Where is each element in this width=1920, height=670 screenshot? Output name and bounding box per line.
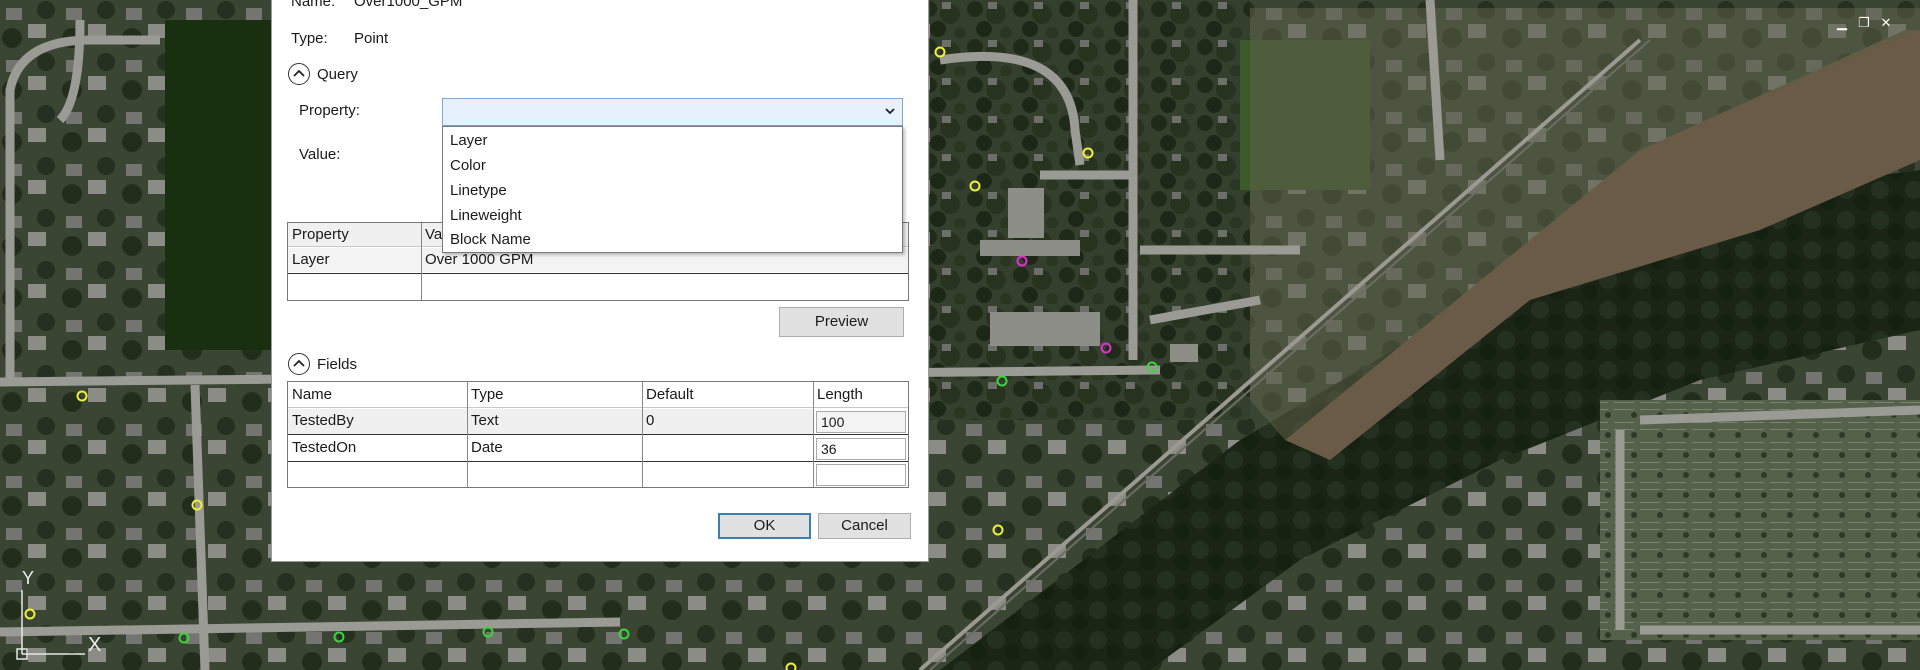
chevron-up-icon bbox=[293, 69, 305, 77]
chevron-down-icon bbox=[885, 108, 895, 115]
value-label: Value: bbox=[299, 146, 341, 163]
close-icon[interactable]: ✕ bbox=[1879, 16, 1893, 30]
fields-table: Name Type Default Length TestedBy Text 0… bbox=[287, 381, 909, 488]
column-divider bbox=[813, 382, 814, 487]
dropdown-option-block-name[interactable]: Block Name bbox=[443, 227, 902, 252]
field-row-1-length[interactable]: 100 bbox=[816, 411, 906, 433]
cancel-button[interactable]: Cancel bbox=[818, 513, 911, 539]
chevron-up-icon bbox=[293, 359, 305, 367]
name-value: Over1000_GPM bbox=[354, 0, 463, 10]
fields-new-row[interactable] bbox=[288, 463, 813, 487]
column-divider bbox=[467, 382, 468, 487]
query-row-property[interactable]: Layer bbox=[288, 248, 421, 272]
query-collapse-toggle[interactable] bbox=[288, 63, 310, 85]
ok-button[interactable]: OK bbox=[718, 513, 811, 539]
ucs-y-label: Y bbox=[22, 568, 35, 588]
ucs-x-label: X bbox=[88, 634, 102, 656]
query-section-title: Query bbox=[317, 66, 358, 83]
field-row-2-name[interactable]: TestedOn bbox=[288, 436, 467, 461]
property-combobox[interactable] bbox=[442, 98, 903, 126]
minimize-icon[interactable]: ▁ bbox=[1835, 16, 1849, 30]
dropdown-option-lineweight[interactable]: Lineweight bbox=[443, 203, 902, 228]
row-divider bbox=[288, 273, 908, 274]
name-label: Name: bbox=[291, 0, 336, 10]
field-row-1-type[interactable]: Text bbox=[467, 409, 642, 434]
preview-button[interactable]: Preview bbox=[779, 307, 904, 337]
field-row-2-default[interactable] bbox=[642, 436, 813, 461]
export-settings-dialog: Name: Over1000_GPM Type: Point Query Pro… bbox=[271, 0, 929, 562]
property-label: Property: bbox=[299, 102, 360, 119]
property-dropdown-list: Layer Color Linetype Lineweight Block Na… bbox=[442, 126, 903, 253]
fields-header-default[interactable]: Default bbox=[642, 382, 813, 408]
dropdown-option-layer[interactable]: Layer bbox=[443, 128, 902, 153]
field-row-1-default[interactable]: 0 bbox=[642, 409, 813, 434]
fields-section-title: Fields bbox=[317, 356, 358, 373]
field-row-2-length[interactable]: 36 bbox=[816, 438, 906, 460]
row-divider bbox=[288, 434, 908, 435]
fields-new-row-length[interactable] bbox=[816, 464, 906, 486]
query-new-row[interactable] bbox=[288, 275, 908, 299]
field-row-2-type[interactable]: Date bbox=[467, 436, 642, 461]
restore-icon[interactable]: ❐ bbox=[1857, 16, 1871, 30]
column-divider bbox=[642, 382, 643, 487]
fields-collapse-toggle[interactable] bbox=[288, 353, 310, 375]
dropdown-option-linetype[interactable]: Linetype bbox=[443, 178, 902, 203]
field-row-1-name[interactable]: TestedBy bbox=[288, 409, 467, 434]
row-divider bbox=[288, 461, 908, 462]
type-label: Type: bbox=[291, 30, 328, 47]
fields-header-length[interactable]: Length bbox=[813, 382, 908, 408]
type-value: Point bbox=[354, 30, 389, 47]
fields-header-name[interactable]: Name bbox=[288, 382, 467, 408]
query-header-property[interactable]: Property bbox=[288, 223, 421, 247]
dropdown-option-color[interactable]: Color bbox=[443, 153, 902, 178]
fields-header-type[interactable]: Type bbox=[467, 382, 642, 408]
